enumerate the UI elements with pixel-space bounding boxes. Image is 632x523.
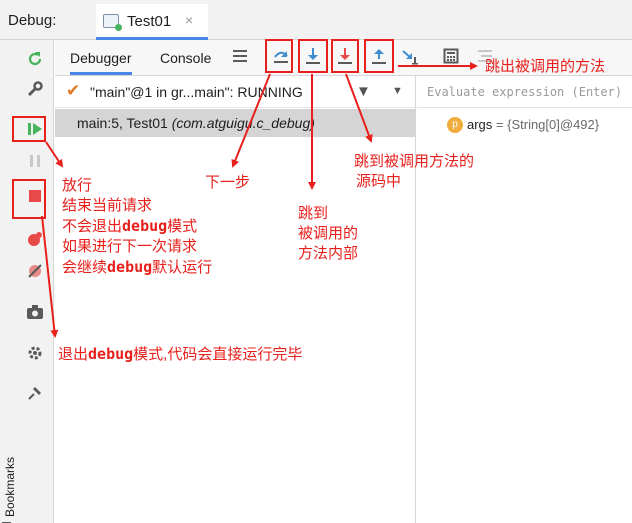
- close-icon[interactable]: ×: [185, 12, 193, 28]
- run-to-cursor-button[interactable]: [398, 44, 422, 68]
- layout-menu-button[interactable]: [228, 44, 252, 68]
- annotation-resume: 放行 结束当前请求 不会退出debug模式 如果进行下一次请求 会继续debug…: [62, 176, 212, 278]
- view-breakpoints-icon: [28, 232, 42, 246]
- step-into-highlight: [298, 39, 328, 73]
- annotation-resume-line: 结束当前请求: [62, 197, 153, 214]
- modify-config-button[interactable]: [24, 78, 46, 100]
- annotation-resume-line: 如果进行下一次请求: [62, 238, 198, 255]
- chevron-down-icon[interactable]: ▼: [392, 85, 403, 97]
- tab-console[interactable]: Console: [160, 50, 211, 66]
- frame-package: (com.atguigu.c_debug): [171, 115, 315, 131]
- debug-label: Debug:: [8, 12, 57, 29]
- evaluate-expression-button[interactable]: [439, 44, 463, 68]
- filter-icon[interactable]: ▼: [356, 83, 371, 100]
- annotation-step-into-line: 方法内部: [298, 245, 359, 262]
- wrench-icon: [27, 81, 43, 97]
- frames-pane: ✔ "main"@1 in gr...main": RUNNING ▼ ▼ ma…: [55, 76, 416, 523]
- hamburger-menu-icon: [233, 50, 247, 62]
- annotation-force-step-into: 跳到被调用方法的 源码中: [354, 152, 474, 192]
- annotation-step-into-line: 被调用的: [298, 225, 359, 242]
- view-breakpoints-button[interactable]: [24, 228, 46, 250]
- tab-test01-label: Test01: [127, 13, 172, 30]
- checkmark-icon: ✔: [66, 81, 81, 100]
- bookmarks-tab[interactable]: Bookmarks: [0, 440, 18, 523]
- thread-status: "main"@1 in gr...main": RUNNING: [90, 84, 303, 100]
- rerun-button[interactable]: [24, 48, 46, 70]
- step-over-highlight: [265, 39, 293, 73]
- annotation-resume-line: 会继续debug默认运行: [62, 258, 213, 276]
- tab-test01[interactable]: Test01 ×: [96, 4, 208, 40]
- evaluate-expression-placeholder: Evaluate expression (Enter): [427, 85, 623, 99]
- variables-pane: Evaluate expression (Enter) p args = {Str…: [417, 76, 632, 523]
- camera-icon: [27, 305, 43, 319]
- evaluate-expression-icon: [443, 48, 459, 64]
- step-out-highlight: [364, 39, 394, 73]
- variable-value: = {String[0]@492}: [492, 117, 600, 133]
- frame-method: main:5, Test01: [77, 115, 172, 131]
- settings-icon: [28, 346, 42, 360]
- get-thread-dump-button[interactable]: [24, 301, 46, 323]
- frame-row[interactable]: main:5, Test01 (com.atguigu.c_debug): [55, 109, 416, 137]
- annotation-force-step-into-line: 跳到被调用方法的: [354, 153, 475, 170]
- mute-breakpoints-button[interactable]: [24, 260, 46, 282]
- mute-breakpoints-icon: [28, 264, 42, 278]
- annotation-step-into: 跳到 被调用的 方法内部: [298, 204, 358, 264]
- annotation-resume-line: 不会退出debug模式: [62, 217, 198, 235]
- annotation-step-into-line: 跳到: [298, 205, 329, 222]
- pin-tab-button[interactable]: [24, 382, 46, 404]
- force-step-into-highlight: [331, 39, 359, 73]
- annotation-stop: 退出debug模式,代码会直接运行完毕: [58, 345, 303, 363]
- frame-label: main:5, Test01 (com.atguigu.c_debug): [77, 115, 315, 131]
- bookmarks-label: Bookmarks: [3, 456, 17, 518]
- debug-left-toolbar: Bookmarks: [0, 40, 54, 523]
- annotation-force-step-into-line: 源码中: [356, 173, 402, 190]
- pause-icon: [30, 155, 40, 167]
- variable-name: args: [467, 117, 493, 133]
- debug-title-bar: Debug: Test01 ×: [0, 0, 632, 40]
- pin-icon: [28, 387, 41, 400]
- parameter-icon: p: [447, 116, 463, 133]
- run-config-icon: [103, 14, 122, 31]
- annotation-resume-title: 放行: [62, 177, 93, 194]
- stop-highlight: [12, 179, 46, 219]
- annotation-step-out: 跳出被调用的方法: [485, 58, 606, 75]
- resume-highlight: [12, 116, 46, 142]
- rerun-icon: [28, 52, 42, 66]
- debug-settings-button[interactable]: [24, 342, 46, 364]
- tab-debugger[interactable]: Debugger: [70, 50, 132, 75]
- thread-selector[interactable]: ✔ "main"@1 in gr...main": RUNNING ▼ ▼: [55, 76, 416, 108]
- pause-button[interactable]: [24, 150, 46, 172]
- variable-row[interactable]: p args = {String[0]@492}: [447, 116, 599, 136]
- run-to-cursor-icon: [402, 50, 418, 65]
- evaluate-expression-field[interactable]: Evaluate expression (Enter): [417, 76, 632, 108]
